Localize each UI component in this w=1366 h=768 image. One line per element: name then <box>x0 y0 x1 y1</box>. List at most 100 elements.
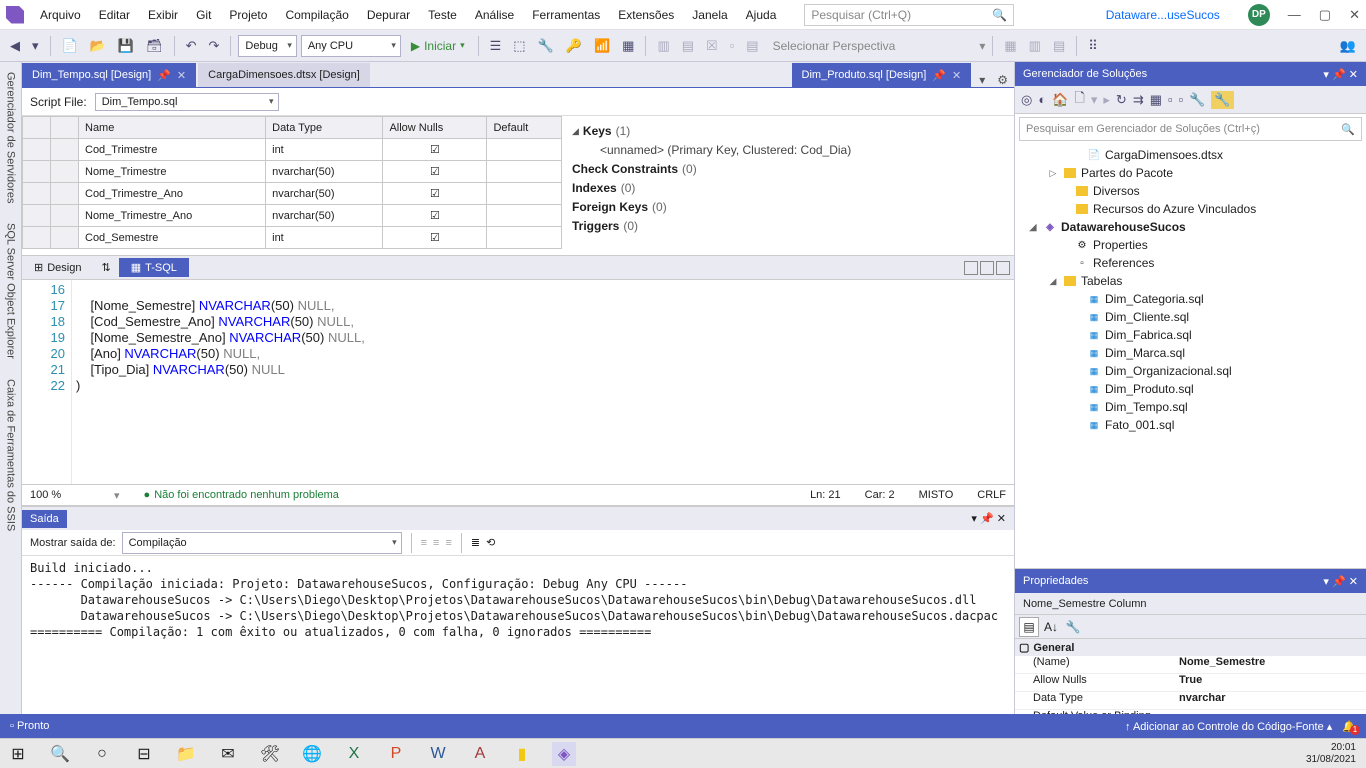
alphabetic-icon[interactable]: A↓ <box>1041 617 1061 637</box>
tb-icon[interactable]: ≡ <box>433 537 439 549</box>
menu-ferramentas[interactable]: Ferramentas <box>524 4 608 26</box>
tb-icon[interactable]: 🔑 <box>562 36 586 56</box>
access-icon[interactable]: A <box>468 742 492 766</box>
tree-node[interactable]: ▷Partes do Pacote <box>1015 164 1366 182</box>
close-tab-icon[interactable]: ✕ <box>177 69 186 82</box>
mail-icon[interactable]: ✉ <box>216 742 240 766</box>
tb-icon[interactable]: ▤ <box>1049 36 1069 56</box>
tree-node[interactable]: ▦Fato_001.sql <box>1015 416 1366 434</box>
tb-icon[interactable]: ▸ <box>1103 92 1110 108</box>
pin-icon[interactable]: 📌 <box>932 69 946 82</box>
saveall-icon[interactable]: 🗃 <box>142 36 167 56</box>
tree-node[interactable]: ⚙Properties <box>1015 236 1366 254</box>
wrench-icon[interactable]: 🔧 <box>1189 92 1205 108</box>
app-icon[interactable]: 🛠 <box>258 742 282 766</box>
tree-node[interactable]: ▦Dim_Categoria.sql <box>1015 290 1366 308</box>
platform-combo[interactable]: Any CPU <box>301 35 401 57</box>
tb-icon[interactable]: ≡ <box>421 537 427 549</box>
close-icon[interactable]: ✕ <box>997 513 1006 525</box>
new-icon[interactable]: 📄 <box>58 36 82 56</box>
tb-icon[interactable]: ☒ <box>702 36 722 56</box>
tree-node[interactable]: ▦Dim_Produto.sql <box>1015 380 1366 398</box>
wrench-icon[interactable]: 🔧 <box>1211 91 1233 109</box>
home-icon[interactable]: 🏠 <box>1052 92 1068 108</box>
close-icon[interactable]: ✕ <box>1349 69 1358 81</box>
side-tab[interactable]: SQL Server Object Explorer <box>3 217 19 365</box>
menu-análise[interactable]: Análise <box>467 4 522 26</box>
powerpoint-icon[interactable]: P <box>384 742 408 766</box>
scc-button[interactable]: ↑ Adicionar ao Controle do Código-Fonte … <box>1125 720 1332 733</box>
tb-icon[interactable]: ▦ <box>1000 36 1020 56</box>
close-tab-icon[interactable]: ✕ <box>952 69 961 82</box>
start-icon[interactable]: ⊞ <box>6 742 30 766</box>
tree-node[interactable]: Recursos do Azure Vinculados <box>1015 200 1366 218</box>
menu-ajuda[interactable]: Ajuda <box>738 4 785 26</box>
menu-projeto[interactable]: Projeto <box>221 4 275 26</box>
nav-fwd-icon[interactable]: ▾ <box>28 36 43 56</box>
pin-icon[interactable]: 📌 <box>1332 69 1346 81</box>
search-input[interactable]: Pesquisar (Ctrl+Q)🔍 <box>804 4 1014 26</box>
split-icon[interactable] <box>964 261 978 275</box>
no-problems[interactable]: ● Não foi encontrado nenhum problema <box>144 489 339 501</box>
doc-tab-right[interactable]: Dim_Produto.sql [Design]📌✕ <box>792 63 972 87</box>
tb-icon[interactable]: ▥ <box>653 36 673 56</box>
tb-icon[interactable]: ▫ <box>1179 92 1184 107</box>
menu-git[interactable]: Git <box>188 4 219 26</box>
tree-node[interactable]: ◢◈DatawarehouseSucos <box>1015 218 1366 236</box>
script-file-combo[interactable]: Dim_Tempo.sql <box>95 93 279 111</box>
doc-tab[interactable]: CargaDimensoes.dtsx [Design] <box>198 63 370 87</box>
menu-janela[interactable]: Janela <box>684 4 735 26</box>
save-icon[interactable]: 💾 <box>114 36 138 56</box>
tb-icon[interactable]: ≡ <box>445 537 451 549</box>
menu-extensões[interactable]: Extensões <box>610 4 682 26</box>
pin-icon[interactable]: 📌 <box>1332 576 1346 588</box>
tb-icon[interactable]: ↻ <box>1116 92 1127 108</box>
columns-grid[interactable]: NameData TypeAllow NullsDefaultCod_Trime… <box>22 116 562 255</box>
tb-icon[interactable]: ▦ <box>1150 92 1162 108</box>
properties-subject[interactable]: Nome_Semestre Column <box>1015 593 1366 615</box>
project-name[interactable]: Dataware...useSucos <box>1096 4 1230 26</box>
tree-node[interactable]: ▦Dim_Fabrica.sql <box>1015 326 1366 344</box>
menu-exibir[interactable]: Exibir <box>140 4 186 26</box>
cortana-icon[interactable]: ○ <box>90 742 114 766</box>
live-share-icon[interactable]: 👥 <box>1336 36 1360 56</box>
tree-node[interactable]: ▦Dim_Marca.sql <box>1015 344 1366 362</box>
vs-taskbar-icon[interactable]: ◈ <box>552 742 576 766</box>
code-editor[interactable]: [Nome_Semestre] NVARCHAR(50) NULL, [Cod_… <box>72 280 1014 484</box>
tb-icon[interactable]: 🗋 <box>1074 89 1084 111</box>
output-from-combo[interactable]: Compilação <box>122 532 402 554</box>
word-icon[interactable]: W <box>426 742 450 766</box>
tree-node[interactable]: ▫References <box>1015 254 1366 272</box>
menu-teste[interactable]: Teste <box>420 4 465 26</box>
side-tab[interactable]: Gerenciador de Servidores <box>3 66 19 209</box>
tree-node[interactable]: ◢Tabelas <box>1015 272 1366 290</box>
tb-icon[interactable]: ⇉ <box>1133 92 1144 108</box>
tree-node[interactable]: ▦Dim_Tempo.sql <box>1015 398 1366 416</box>
tb-icon[interactable]: ◐ <box>1038 92 1046 107</box>
tab-overflow-icon[interactable]: ▾ <box>973 73 991 87</box>
split-icon[interactable] <box>980 261 994 275</box>
solution-search-input[interactable]: Pesquisar em Gerenciador de Soluções (Ct… <box>1019 117 1362 141</box>
minimize-icon[interactable]: — <box>1288 7 1301 23</box>
pin-icon[interactable]: 📌 <box>157 69 171 82</box>
avatar[interactable]: DP <box>1248 4 1270 26</box>
prop-row[interactable]: Data Typenvarchar <box>1015 692 1366 710</box>
menu-depurar[interactable]: Depurar <box>359 4 418 26</box>
tb-icon[interactable]: ◎ <box>1021 92 1032 108</box>
excel-icon[interactable]: X <box>342 742 366 766</box>
close-icon[interactable]: ✕ <box>1349 576 1358 588</box>
notifications-icon[interactable]: 🔔 <box>1342 720 1356 733</box>
swap-icon[interactable]: ⇅ <box>93 261 118 274</box>
dropdown-icon[interactable]: ▾ <box>1323 576 1329 588</box>
tb-icon[interactable]: ☰ <box>486 36 506 56</box>
taskview-icon[interactable]: ⊟ <box>132 742 156 766</box>
side-tab[interactable]: Caixa de Ferramentas do SSIS <box>3 373 19 537</box>
config-combo[interactable]: Debug <box>238 35 296 57</box>
menu-editar[interactable]: Editar <box>91 4 138 26</box>
tb-icon[interactable]: 🔧 <box>534 36 558 56</box>
tree-node[interactable]: 📄CargaDimensoes.dtsx <box>1015 146 1366 164</box>
undo-icon[interactable]: ↶ <box>182 36 201 56</box>
redo-icon[interactable]: ↷ <box>205 36 224 56</box>
close-icon[interactable]: ✕ <box>1349 7 1360 23</box>
maximize-icon[interactable]: ▢ <box>1319 7 1331 23</box>
